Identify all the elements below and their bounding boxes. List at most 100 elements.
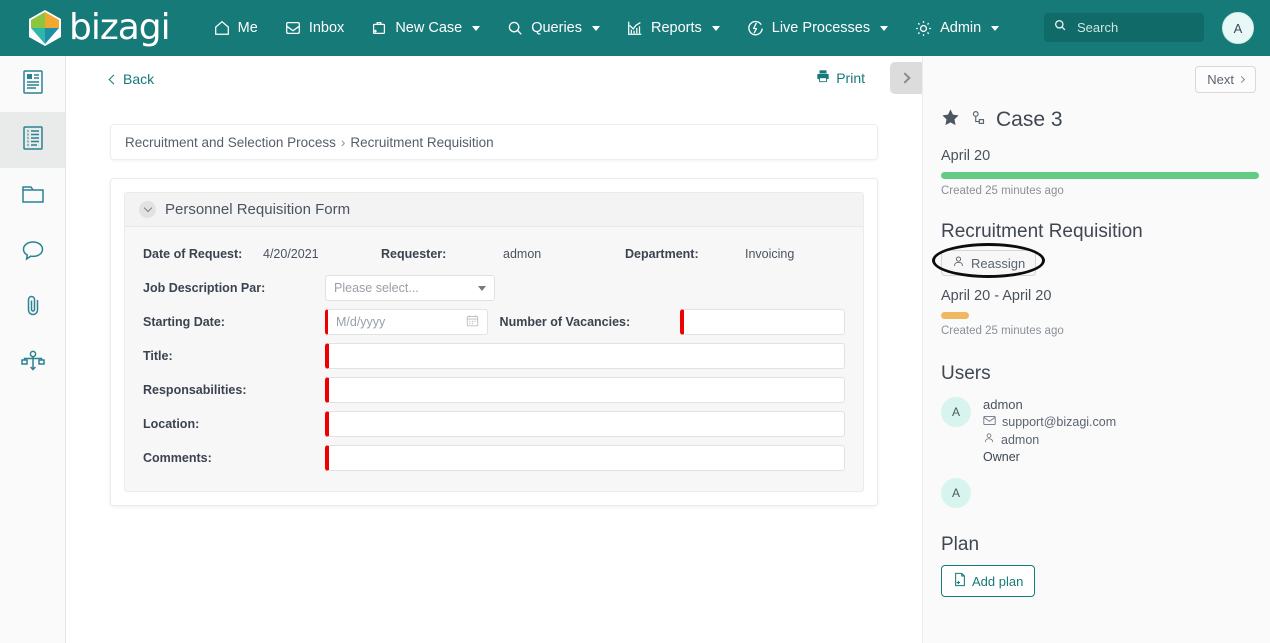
global-search[interactable] <box>1044 13 1204 42</box>
star-filled-icon[interactable] <box>941 108 960 132</box>
form-title: Personnel Requisition Form <box>165 201 351 218</box>
breadcrumb-separator: › <box>340 134 346 150</box>
users-heading: Users <box>941 363 991 384</box>
live-processes-icon <box>746 19 765 38</box>
rail-item-process-diagram[interactable] <box>0 336 65 392</box>
reassign-label: Reassign <box>971 255 1026 271</box>
chevron-down-icon <box>711 25 720 31</box>
field-value-requester: admon <box>503 247 542 261</box>
avatar[interactable]: A <box>941 397 971 427</box>
case-created-meta: Created 25 minutes ago <box>941 185 1064 197</box>
back-label: Back <box>123 71 155 87</box>
next-button[interactable]: Next <box>1195 66 1256 93</box>
main-content-area: Back Print Recruitment and Selection Pro… <box>66 56 922 643</box>
comments-icon <box>20 238 46 267</box>
location-input[interactable] <box>325 411 845 437</box>
form-card: Personnel Requisition Form Date of Reque… <box>110 178 878 506</box>
user-username-row: admon <box>983 432 1116 447</box>
activity-created-meta: Created 25 minutes ago <box>941 325 1064 337</box>
user-avatar[interactable]: A <box>1222 12 1254 44</box>
nav-item-me[interactable]: Me <box>200 13 271 43</box>
chevron-down-icon <box>472 25 481 31</box>
breadcrumb-process[interactable]: Recruitment and Selection Process <box>125 135 336 150</box>
form-icon <box>21 69 45 100</box>
breadcrumb: Recruitment and Selection Process › Recr… <box>110 124 878 160</box>
print-button[interactable]: Print <box>816 69 865 86</box>
user-email[interactable]: support@bizagi.com <box>1002 415 1116 429</box>
nav-item-label: Queries <box>531 20 582 36</box>
field-label-location: Location: <box>143 417 200 431</box>
user-icon <box>952 255 965 271</box>
avatar[interactable]: A <box>941 478 971 508</box>
user-role: Owner <box>983 450 1020 464</box>
plan-heading: Plan <box>941 534 980 555</box>
responsabilities-input[interactable] <box>325 377 845 403</box>
rail-item-activities[interactable] <box>0 112 65 168</box>
title-input[interactable] <box>325 343 845 369</box>
rail-item-comments[interactable] <box>0 224 65 280</box>
chevron-right-icon <box>1237 75 1246 84</box>
chevron-down-icon <box>591 25 600 31</box>
panel-toggle-button[interactable] <box>890 62 922 94</box>
reassign-button[interactable]: Reassign <box>941 250 1037 276</box>
bizagi-logo-mark <box>28 9 62 47</box>
chevron-right-icon <box>898 72 911 84</box>
field-label-responsabilities: Responsabilities: <box>143 383 247 397</box>
calendar-icon[interactable] <box>466 314 479 330</box>
next-label: Next <box>1207 72 1234 87</box>
file-plus-icon <box>953 572 967 590</box>
home-icon <box>213 19 231 37</box>
form-row-comments: Comments: <box>143 441 845 475</box>
envelope-icon <box>983 415 996 429</box>
nav-item-label: Me <box>237 20 258 36</box>
nav-item-live-processes[interactable]: Live Processes <box>733 13 901 44</box>
case-title: Case 3 <box>996 108 1063 131</box>
field-label-job-description-par: Job Description Par: <box>143 281 266 295</box>
back-button[interactable]: Back <box>108 71 155 87</box>
left-icon-rail <box>0 56 66 643</box>
nav-item-label: Inbox <box>308 20 345 36</box>
chevron-down-icon <box>991 25 1000 31</box>
comments-input[interactable] <box>325 445 845 471</box>
nav-item-new-case[interactable]: New Case <box>357 13 493 43</box>
nav-item-label: New Case <box>395 20 463 36</box>
rail-item-attachments[interactable] <box>0 280 65 336</box>
inbox-icon <box>284 19 302 37</box>
case-details-panel: Next Case 3 April 20 Created 25 minutes … <box>922 56 1270 643</box>
search-input[interactable] <box>1075 19 1195 36</box>
gear-icon <box>914 19 933 38</box>
nav-item-queries[interactable]: Queries <box>493 13 613 43</box>
nav-item-inbox[interactable]: Inbox <box>271 13 357 43</box>
print-label: Print <box>836 69 865 86</box>
new-case-icon <box>370 19 388 37</box>
activity-date-range: April 20 - April 20 <box>941 288 1052 304</box>
chevron-down-icon <box>478 285 486 291</box>
field-label-department: Department: <box>625 247 699 261</box>
field-label-number-of-vacancies: Number of Vacancies: <box>499 315 631 329</box>
starting-date-input[interactable]: M/d/yyyy <box>325 309 488 335</box>
nav-item-reports[interactable]: Reports <box>613 13 733 43</box>
nav-item-admin[interactable]: Admin <box>901 13 1012 44</box>
form-row-start-vacancies: Starting Date: M/d/yyyy Number of Vacanc… <box>143 305 845 339</box>
rail-item-form[interactable] <box>0 56 65 112</box>
printer-icon <box>816 69 830 86</box>
activity-title: Recruitment Requisition <box>941 221 1143 242</box>
top-navigation-bar: bizagi Me Inbox New Case Queries Reports… <box>0 0 1270 56</box>
avatar-initial: A <box>951 486 960 500</box>
avatar-initial: A <box>1233 20 1243 36</box>
content-toolbar: Back Print <box>66 56 922 102</box>
bizagi-logo[interactable]: bizagi <box>28 9 171 47</box>
field-label-title: Title: <box>143 349 173 363</box>
attachments-icon <box>21 293 45 324</box>
rail-item-folder[interactable] <box>0 168 65 224</box>
breadcrumb-activity: Recruitment Requisition <box>350 134 494 150</box>
job-description-par-select[interactable]: Please select... <box>325 275 495 301</box>
chevron-left-icon <box>108 74 119 84</box>
folder-icon <box>20 182 46 211</box>
reassign-button-wrapper: Reassign <box>932 243 1045 278</box>
add-plan-button[interactable]: Add plan <box>941 565 1036 597</box>
avatar-initial: A <box>951 405 960 419</box>
chevron-down-icon[interactable] <box>139 201 156 218</box>
field-label-requester: Requester: <box>381 247 447 261</box>
number-of-vacancies-input[interactable] <box>679 309 845 335</box>
